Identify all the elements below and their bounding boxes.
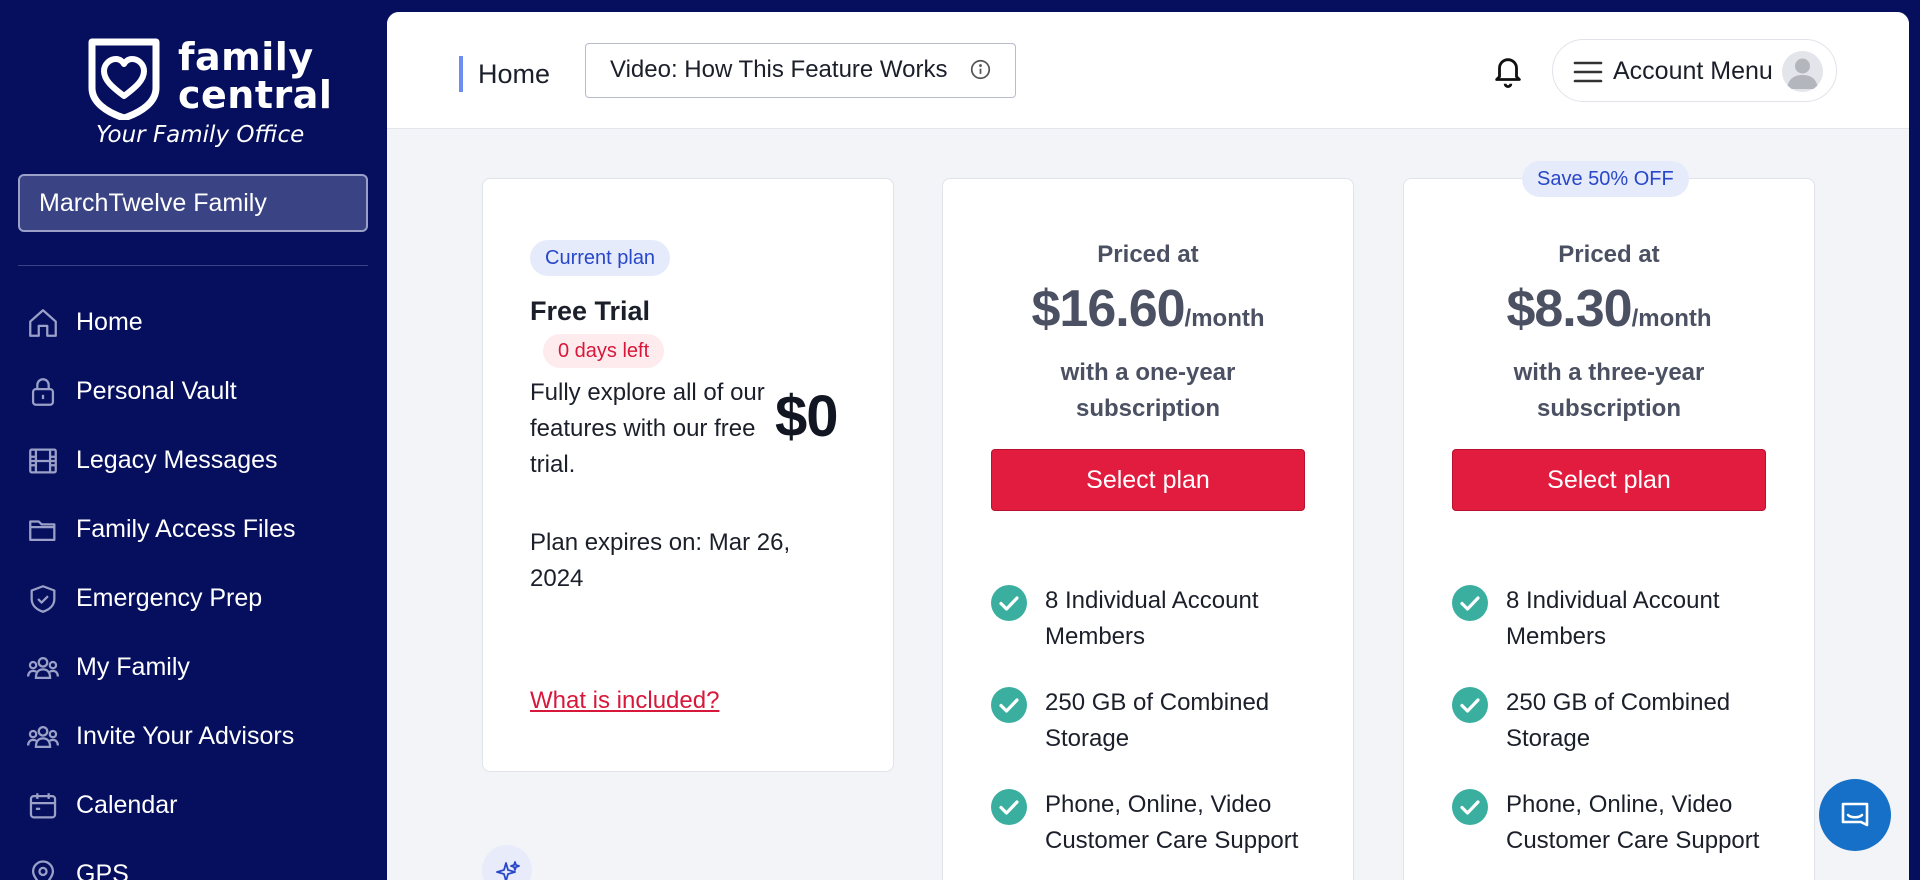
main-content: Home Video: How This Feature Works Accou… [387, 12, 1909, 880]
feature-text: Phone, Online, Video Customer Care Suppo… [1506, 791, 1760, 854]
sidebar-item-legacy-messages[interactable]: Legacy Messages [0, 426, 387, 495]
what-is-included-link[interactable]: What is included? [530, 687, 719, 715]
feature-item: 250 GB of Combined Storage [991, 685, 1321, 757]
users-icon [26, 651, 60, 685]
sidebar: family central Your Family Office MarchT… [0, 0, 387, 880]
breadcrumb: Home [459, 56, 550, 92]
sparkle-button[interactable] [482, 845, 532, 880]
sidebar-nav: Home Personal Vault Legacy Messages Fami… [0, 288, 387, 880]
check-circle-icon [991, 789, 1027, 825]
feature-list: 8 Individual Account Members 250 GB of C… [1452, 583, 1782, 880]
sidebar-item-personal-vault[interactable]: Personal Vault [0, 357, 387, 426]
film-icon [26, 444, 60, 478]
logo-word-line2: central [178, 73, 333, 117]
sidebar-divider [18, 265, 368, 266]
sidebar-item-label: My Family [76, 653, 190, 681]
sidebar-item-emergency-prep[interactable]: Emergency Prep [0, 564, 387, 633]
feature-item: Phone, Online, Video Customer Care Suppo… [1452, 787, 1782, 859]
current-plan-card: Current plan Free Trial 0 days left Full… [482, 178, 894, 772]
heart-shield-logo-icon [88, 38, 160, 120]
bell-icon[interactable] [1491, 52, 1525, 90]
price-row: $8.30/month [1404, 279, 1814, 339]
select-plan-button[interactable]: Select plan [991, 449, 1305, 511]
family-central-logo[interactable]: family central Your Family Office [84, 34, 332, 149]
sidebar-item-my-family[interactable]: My Family [0, 633, 387, 702]
feature-text: 8 Individual Account Members [1045, 587, 1259, 650]
sidebar-item-invite-advisors[interactable]: Invite Your Advisors [0, 702, 387, 771]
feature-item: 250 GB of Combined Storage [1452, 685, 1782, 757]
sidebar-item-home[interactable]: Home [0, 288, 387, 357]
plan-price: $8.30 [1506, 280, 1632, 338]
select-plan-button[interactable]: Select plan [1452, 449, 1766, 511]
priced-at-label: Priced at [1097, 241, 1199, 268]
video-button-label: Video: How This Feature Works [610, 56, 948, 83]
check-circle-icon [1452, 585, 1488, 621]
priced-at-label: Priced at [1558, 241, 1660, 268]
account-menu-label: Account Menu [1613, 57, 1773, 85]
days-left-badge: 0 days left [543, 334, 665, 368]
users-icon [26, 720, 60, 754]
trial-description: Fully explore all of our features with o… [530, 379, 765, 478]
feature-text: 250 GB of Combined Storage [1506, 689, 1731, 752]
sidebar-item-label: Home [76, 308, 143, 336]
calendar-icon [26, 789, 60, 823]
feature-text: Phone, Online, Video Customer Care Suppo… [1045, 791, 1299, 854]
check-circle-icon [1452, 789, 1488, 825]
info-icon [970, 59, 991, 80]
sidebar-item-label: Personal Vault [76, 377, 237, 405]
sidebar-item-gps[interactable]: GPS [0, 840, 387, 880]
feature-item: 8 Individual Account Members [991, 583, 1321, 655]
feature-text: 250 GB of Combined Storage [1045, 689, 1270, 752]
sidebar-item-family-access-files[interactable]: Family Access Files [0, 495, 387, 564]
plan-price: $16.60 [1031, 280, 1185, 338]
current-plan-badge: Current plan [530, 240, 671, 276]
price-row: $16.60/month [943, 279, 1353, 339]
map-pin-icon [26, 858, 60, 880]
shield-icon [26, 582, 60, 616]
folder-icon [26, 513, 60, 547]
check-circle-icon [1452, 687, 1488, 723]
chat-support-button[interactable] [1819, 779, 1891, 851]
save-discount-badge: Save 50% OFF [1522, 161, 1689, 197]
chat-icon [1841, 802, 1869, 827]
family-selector[interactable]: MarchTwelve Family [18, 174, 368, 232]
sidebar-item-label: GPS [76, 860, 129, 880]
hamburger-menu-icon [1573, 61, 1603, 83]
home-icon [26, 306, 60, 340]
sidebar-item-label: Emergency Prep [76, 584, 263, 612]
three-year-plan-card: Priced at $8.30/month with a three-year … [1403, 178, 1815, 880]
sidebar-item-label: Calendar [76, 791, 178, 819]
account-menu-button[interactable]: Account Menu [1552, 39, 1837, 102]
plan-name: Free Trial [530, 296, 651, 326]
logo-word-line1: family [178, 35, 314, 79]
feature-text: 8 Individual Account Members [1506, 587, 1720, 650]
feature-list: 8 Individual Account Members 250 GB of C… [991, 583, 1321, 880]
price-unit: /month [1184, 305, 1265, 332]
sparkle-icon [496, 861, 520, 880]
one-year-plan-card: Priced at $16.60/month with a one-year s… [942, 178, 1354, 880]
sidebar-item-label: Family Access Files [76, 515, 296, 543]
plan-expiry: Plan expires on: Mar 26, 2024 [530, 529, 791, 592]
avatar [1782, 51, 1823, 92]
feature-item: 8 Individual Account Members [1452, 583, 1782, 655]
sidebar-item-label: Legacy Messages [76, 446, 278, 474]
logo-tagline: Your Family Office [96, 122, 305, 148]
price-unit: /month [1631, 305, 1712, 332]
sidebar-item-calendar[interactable]: Calendar [0, 771, 387, 840]
feature-item: Phone, Online, Video Customer Care Suppo… [991, 787, 1321, 859]
user-avatar-icon [1787, 58, 1818, 89]
logo-wordmark: family central [178, 38, 332, 114]
check-circle-icon [991, 585, 1027, 621]
trial-price: $0 [775, 384, 839, 449]
sidebar-item-label: Invite Your Advisors [76, 722, 295, 750]
subscription-term: with a three-year subscription [1513, 359, 1705, 422]
top-bar: Home Video: How This Feature Works Accou… [387, 12, 1909, 129]
subscription-term: with a one-year subscription [1060, 359, 1236, 422]
video-how-it-works-button[interactable]: Video: How This Feature Works [585, 43, 1016, 98]
check-circle-icon [991, 687, 1027, 723]
lock-icon [26, 375, 60, 409]
